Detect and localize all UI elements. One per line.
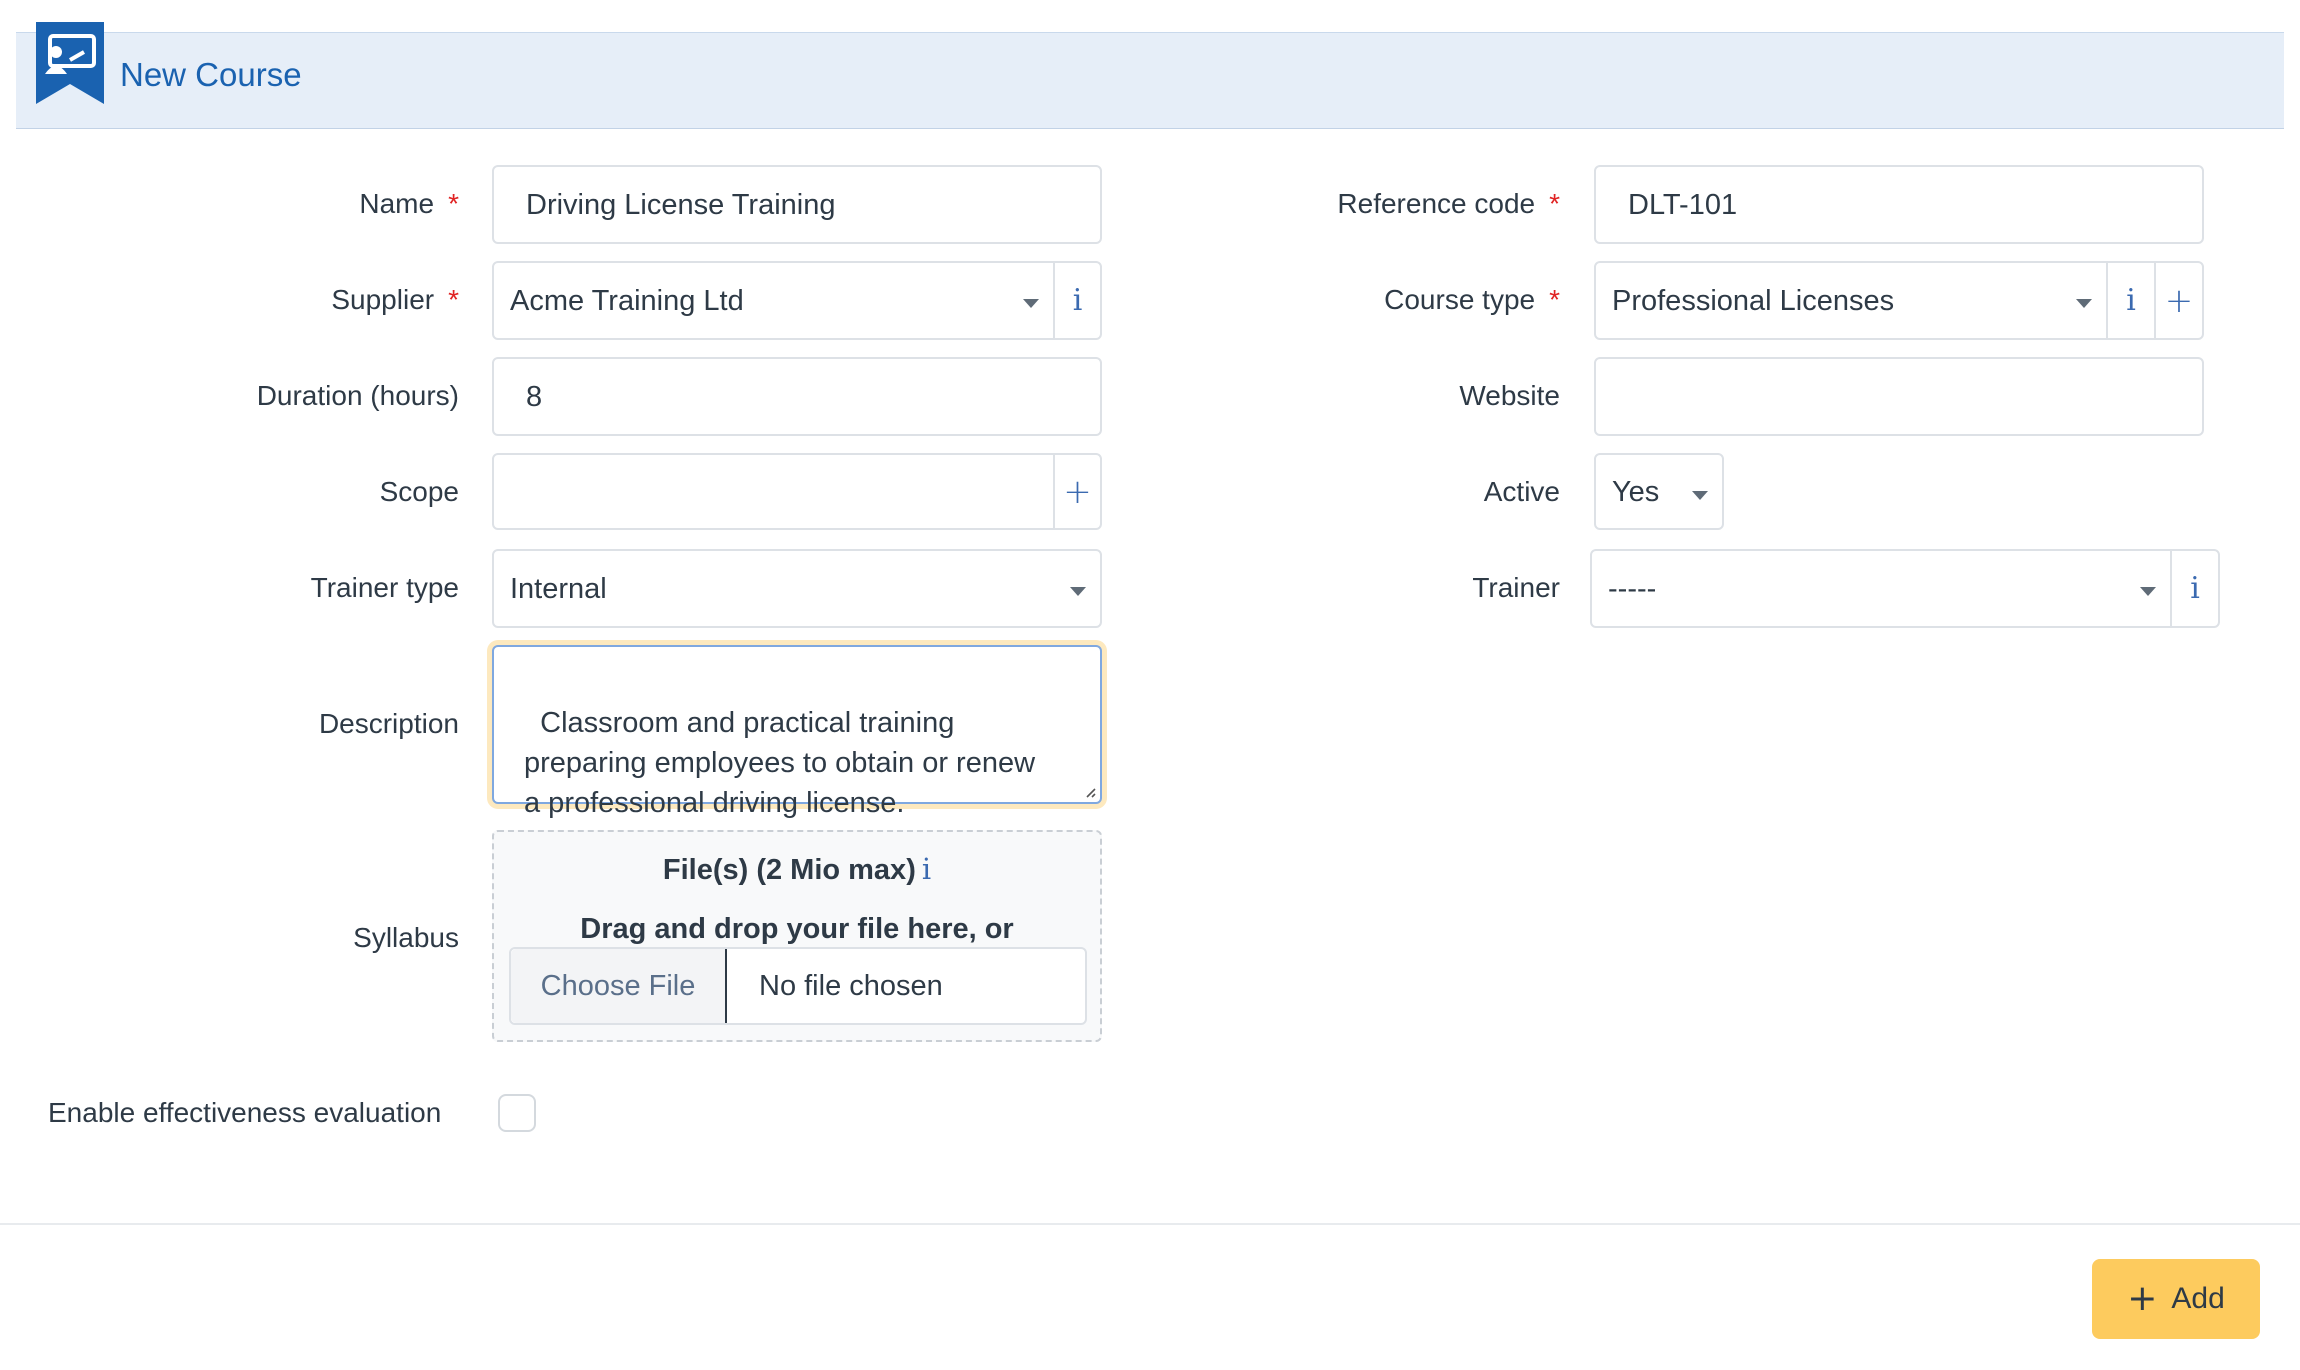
plus-icon: +	[2164, 280, 2194, 321]
required-mark: *	[448, 188, 459, 219]
description-label: Description	[318, 708, 459, 739]
duration-label: Duration (hours)	[256, 380, 459, 411]
course-type-label: Course type *	[1384, 284, 1560, 315]
course-type-add-button[interactable]: +	[2154, 261, 2204, 340]
name-label: Name *	[359, 188, 459, 219]
chevron-down-icon	[1692, 491, 1708, 500]
scope-input[interactable]	[492, 453, 1055, 530]
effectiveness-checkbox[interactable]	[498, 1094, 536, 1132]
syllabus-label: Syllabus	[353, 922, 459, 953]
scope-label: Scope	[379, 476, 459, 507]
name-input[interactable]: Driving License Training	[492, 165, 1102, 244]
course-presentation-icon	[36, 22, 104, 104]
resize-handle-icon[interactable]	[1084, 786, 1096, 798]
footer-divider	[0, 1223, 2300, 1225]
trainer-info-button[interactable]: i	[2170, 549, 2220, 628]
chevron-down-icon	[1023, 299, 1039, 308]
trainer-type-label: Trainer type	[310, 572, 459, 603]
chevron-down-icon	[2140, 587, 2156, 596]
syllabus-file-input[interactable]: Choose File No file chosen	[509, 947, 1087, 1025]
supplier-label: Supplier *	[331, 284, 459, 315]
website-label: Website	[1459, 380, 1560, 411]
reference-code-label: Reference code *	[1337, 188, 1560, 219]
file-status: No file chosen	[759, 969, 943, 1002]
description-textarea[interactable]: Classroom and practical training prepari…	[492, 645, 1102, 819]
page-title: New Course	[120, 56, 302, 93]
active-select[interactable]: Yes	[1594, 453, 1724, 530]
plus-icon: +	[1063, 471, 1092, 512]
active-label: Active	[1483, 476, 1560, 507]
page-header	[16, 32, 2284, 129]
syllabus-dropzone[interactable]: File(s) (2 Mio max) i Drag and drop your …	[492, 830, 1102, 1042]
add-button[interactable]: + Add	[2092, 1259, 2260, 1339]
trainer-type-value: Internal	[510, 572, 607, 605]
scope-add-button[interactable]: +	[1053, 453, 1102, 530]
duration-value: 8	[526, 380, 543, 413]
dropzone-subtitle: Drag and drop your file here, or	[580, 913, 1014, 945]
dropzone-title: File(s) (2 Mio max) i	[662, 852, 932, 886]
add-button-label: Add	[2171, 1282, 2225, 1315]
course-type-select[interactable]: Professional Licenses	[1594, 261, 2108, 340]
trainer-type-select[interactable]: Internal	[492, 549, 1102, 628]
duration-input[interactable]: 8	[492, 357, 1102, 436]
active-value: Yes	[1612, 475, 1660, 508]
chevron-down-icon	[2076, 299, 2092, 308]
reference-code-value: DLT-101	[1628, 188, 1738, 221]
required-mark: *	[448, 284, 459, 315]
name-value: Driving License Training	[526, 188, 836, 221]
course-type-value: Professional Licenses	[1612, 284, 1895, 317]
choose-file-button[interactable]: Choose File	[511, 949, 727, 1023]
course-type-info-button[interactable]: i	[2106, 261, 2156, 340]
trainer-label: Trainer	[1472, 572, 1560, 603]
info-icon: i	[2126, 282, 2136, 318]
plus-icon: +	[2127, 1278, 2158, 1319]
description-value: Classroom and practical training prepari…	[524, 707, 1036, 819]
supplier-value: Acme Training Ltd	[510, 284, 744, 317]
reference-code-input[interactable]: DLT-101	[1594, 165, 2204, 244]
info-icon: i	[2190, 570, 2200, 606]
info-icon: i	[1072, 282, 1083, 318]
trainer-value: -----	[1608, 572, 1657, 605]
required-mark: *	[1549, 284, 1560, 315]
chevron-down-icon	[1070, 587, 1086, 596]
effectiveness-label: Enable effectiveness evaluation	[48, 1097, 442, 1128]
website-input[interactable]	[1594, 357, 2204, 436]
trainer-select[interactable]: -----	[1590, 549, 2172, 628]
supplier-info-button[interactable]: i	[1053, 261, 1102, 340]
info-icon[interactable]: i	[922, 852, 931, 886]
supplier-select[interactable]: Acme Training Ltd	[492, 261, 1055, 340]
required-mark: *	[1549, 188, 1560, 219]
